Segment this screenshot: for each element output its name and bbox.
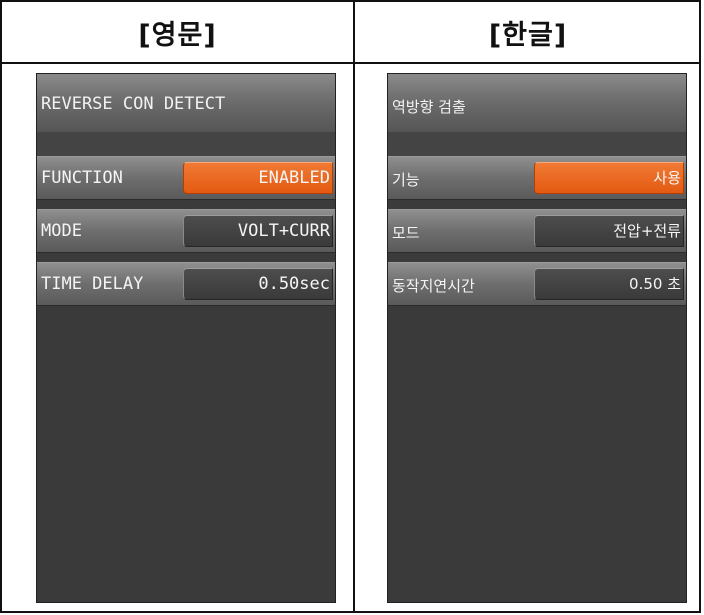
screen-title-bar: REVERSE CON DETECT xyxy=(37,74,335,133)
spacer xyxy=(388,132,686,156)
column-divider xyxy=(353,2,355,611)
screen-title: REVERSE CON DETECT xyxy=(41,94,226,114)
function-row[interactable]: FUNCTION ENABLED xyxy=(37,156,335,200)
header-divider xyxy=(2,62,699,64)
mode-label: 모드 xyxy=(392,224,420,242)
english-screen: REVERSE CON DETECT FUNCTION ENABLED MODE… xyxy=(36,73,336,603)
mode-value[interactable]: 전압+전류 xyxy=(534,215,684,247)
korean-header: [한글] xyxy=(488,19,568,51)
function-row[interactable]: 기능 사용 xyxy=(388,156,686,200)
korean-screen: 역방향 검출 기능 사용 모드 전압+전류 동작지연시간 0.50 초 xyxy=(387,73,687,603)
empty-area xyxy=(37,306,335,602)
empty-area xyxy=(388,306,686,602)
spacer xyxy=(37,132,335,156)
time-delay-value[interactable]: 0.50sec xyxy=(183,268,333,300)
screen-title: 역방향 검출 xyxy=(392,98,466,116)
mode-row[interactable]: MODE VOLT+CURR xyxy=(37,209,335,253)
screen-title-bar: 역방향 검출 xyxy=(388,74,686,133)
time-delay-value[interactable]: 0.50 초 xyxy=(534,268,684,300)
mode-value[interactable]: VOLT+CURR xyxy=(183,215,333,247)
function-label: 기능 xyxy=(392,171,420,189)
time-delay-row[interactable]: 동작지연시간 0.50 초 xyxy=(388,262,686,306)
time-delay-row[interactable]: TIME DELAY 0.50sec xyxy=(37,262,335,306)
english-header: [영문] xyxy=(138,19,217,51)
time-delay-label: 동작지연시간 xyxy=(392,277,475,295)
time-delay-label: TIME DELAY xyxy=(41,274,144,294)
mode-row[interactable]: 모드 전압+전류 xyxy=(388,209,686,253)
function-value[interactable]: ENABLED xyxy=(183,162,333,194)
function-label: FUNCTION xyxy=(41,168,123,188)
function-value[interactable]: 사용 xyxy=(534,162,684,194)
mode-label: MODE xyxy=(41,221,82,241)
